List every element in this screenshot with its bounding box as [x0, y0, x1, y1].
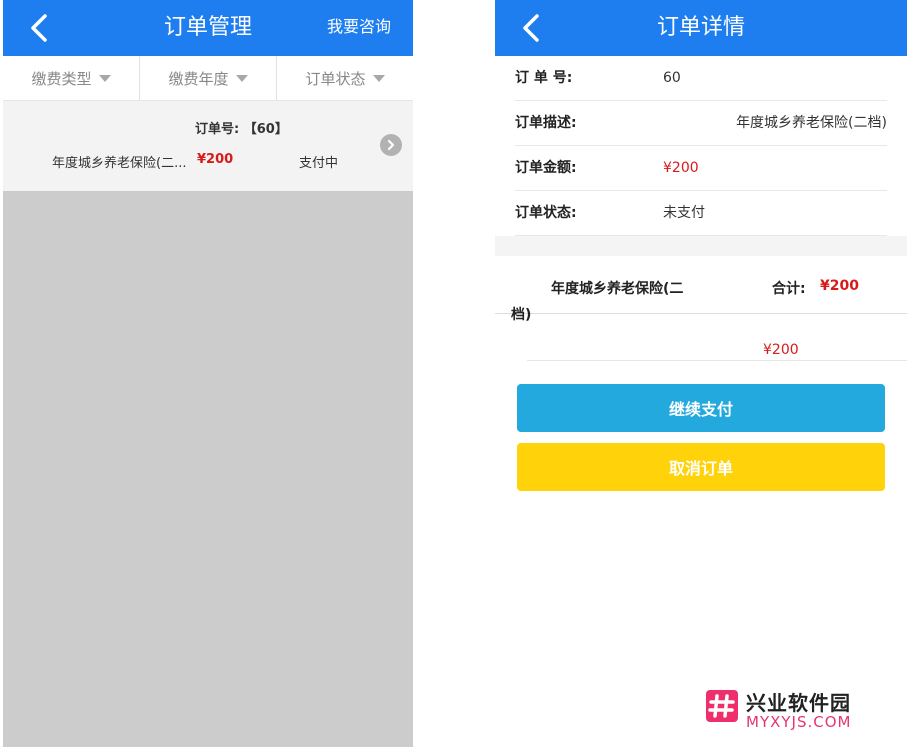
filter-label: 订单状态 [305, 69, 366, 88]
order-list-item[interactable]: 订单号: 【60】 年度城乡养老保险(二... ¥200 支付中 [3, 101, 413, 191]
item-name: 年度城乡养老保险(二 [551, 281, 684, 297]
page-title: 订单详情 [656, 15, 745, 40]
info-value: 未支付 [663, 205, 705, 221]
cancel-order-button[interactable]: 取消订单 [517, 443, 885, 491]
info-label: 订单描述: [515, 115, 577, 131]
order-description: 年度城乡养老保险(二... [52, 156, 187, 171]
order-price: ¥200 [197, 152, 234, 167]
filter-label: 缴费类型 [31, 69, 92, 88]
order-detail-screen: 订单详情 订 单 号: 60 订单描述: 年度城乡养老保险(二档) 订单金额: … [495, 0, 907, 747]
filter-payment-type[interactable]: 缴费类型 [3, 56, 140, 100]
triangle-down-icon [235, 74, 248, 82]
order-number: 订单号: 【60】 [195, 122, 288, 137]
item-sub-row [527, 330, 907, 361]
filter-bar: 缴费类型 缴费年度 订单状态 [3, 56, 413, 101]
chevron-right-circle-icon[interactable] [380, 134, 402, 156]
item-name-continued: 档) [511, 307, 532, 323]
triangle-down-icon [98, 74, 111, 82]
nav-bar: 订单详情 [495, 0, 907, 56]
total-value: ¥200 [820, 278, 859, 294]
info-row-order-amount: 订单金额: ¥200 [515, 146, 887, 191]
empty-list-area [3, 191, 413, 747]
info-row-order-number: 订 单 号: 60 [515, 56, 887, 101]
filter-label: 缴费年度 [168, 69, 229, 88]
item-price: ¥200 [763, 342, 799, 358]
watermark-logo-icon [706, 690, 738, 722]
watermark: 兴业软件园 MYXYJS.COM [690, 672, 907, 747]
order-status: 支付中 [299, 156, 339, 171]
consult-button[interactable]: 我要咨询 [327, 0, 391, 54]
info-label: 订单状态: [515, 205, 577, 221]
triangle-down-icon [372, 74, 385, 82]
watermark-text: 兴业软件园 [746, 691, 851, 715]
order-management-screen: 订单管理 我要咨询 缴费类型 缴费年度 订单状态 订单号: 【60】 年度城乡养… [3, 0, 413, 747]
info-label: 订 单 号: [515, 70, 573, 86]
info-value: 60 [663, 70, 681, 86]
chevron-right-icon [387, 139, 395, 151]
continue-pay-button[interactable]: 继续支付 [517, 384, 885, 432]
info-value: ¥200 [663, 160, 699, 176]
order-info-list: 订 单 号: 60 订单描述: 年度城乡养老保险(二档) 订单金额: ¥200 … [495, 56, 907, 236]
section-divider [495, 236, 907, 256]
filter-payment-year[interactable]: 缴费年度 [140, 56, 277, 100]
info-value: 年度城乡养老保险(二档) [736, 115, 887, 131]
total-label: 合计: [772, 281, 806, 297]
watermark-domain: MYXYJS.COM [746, 713, 852, 731]
filter-order-status[interactable]: 订单状态 [277, 56, 413, 100]
nav-bar: 订单管理 我要咨询 [3, 0, 413, 56]
divider [495, 313, 907, 314]
info-row-order-status: 订单状态: 未支付 [515, 191, 887, 236]
info-label: 订单金额: [515, 160, 577, 176]
info-row-order-desc: 订单描述: 年度城乡养老保险(二档) [515, 101, 887, 146]
